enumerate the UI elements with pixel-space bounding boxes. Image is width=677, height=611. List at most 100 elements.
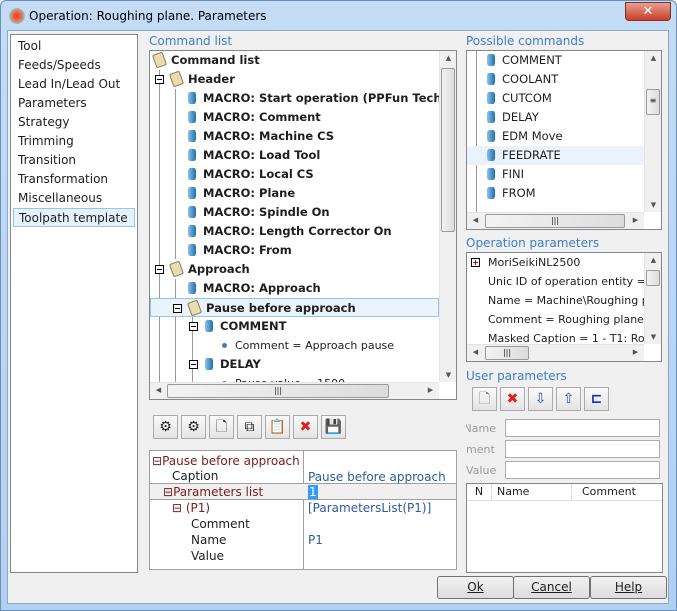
tree-item[interactable]: Approach — [150, 260, 250, 279]
tag-icon — [168, 260, 185, 278]
operation-parameter-item[interactable]: Comment = Roughing plane — [467, 310, 644, 329]
tree-item[interactable]: MACRO: Comment — [150, 108, 321, 127]
nav-item-toolpath-template[interactable]: Toolpath template — [13, 208, 135, 227]
expand-icon[interactable] — [471, 258, 480, 267]
column-name[interactable]: Name — [492, 484, 572, 501]
operation-parameters-hscroll[interactable]: ◀ ||| ▶ — [467, 344, 644, 361]
tree-item[interactable]: MACRO: Length Corrector On — [150, 222, 392, 241]
possible-commands-vscroll[interactable]: ▲ ≡ ▼ — [644, 51, 661, 212]
possible-command-item[interactable]: EDM Move — [467, 127, 644, 146]
tree-item-label: MACRO: Spindle On — [203, 205, 330, 219]
macro-icon — [188, 111, 196, 123]
operation-parameter-item[interactable]: Name = Machine\Roughing pl... — [467, 291, 644, 310]
copy-button[interactable]: ⧉ — [237, 415, 262, 439]
command-tree-vscroll[interactable]: ▲ ▼ — [439, 51, 456, 382]
comment-label: Comment — [191, 517, 250, 531]
macro-icon — [188, 149, 196, 161]
name-value[interactable]: P1 — [308, 533, 323, 547]
possible-commands-hscroll[interactable]: ◀ ||| ▶ — [467, 212, 644, 229]
nav-item-tool[interactable]: Tool — [13, 37, 135, 56]
p1-row[interactable]: ⊟ (P1) — [172, 501, 210, 515]
caption-value[interactable]: Pause before approach — [308, 470, 446, 484]
parameters-list-row[interactable]: ⊟Parameters list — [163, 485, 263, 499]
nav-item-parameters[interactable]: Parameters — [13, 94, 135, 113]
tree-item[interactable]: MACRO: Machine CS — [150, 127, 334, 146]
tree-item[interactable]: MACRO: Spindle On — [150, 203, 330, 222]
user-comment-label: ment — [466, 443, 495, 456]
nav-item-miscellaneous[interactable]: Miscellaneous — [13, 189, 135, 208]
p1-value: [ParametersList(P1)] — [308, 501, 432, 515]
tree-item[interactable]: MACRO: Plane — [150, 184, 295, 203]
possible-command-item[interactable]: DELAY — [467, 108, 644, 127]
ok-button[interactable]: Ok — [437, 576, 514, 599]
tree-item[interactable]: MACRO: Load Tool — [150, 146, 320, 165]
command-tree-hscroll[interactable]: ◀ ||| ▶ — [150, 382, 439, 399]
column-n[interactable]: N — [467, 484, 492, 501]
ok-label: Ok — [467, 580, 484, 594]
user-parameters-label: User parameters — [466, 369, 567, 383]
new-button[interactable]: 🗋 — [209, 415, 234, 439]
collapse-toggle-icon[interactable] — [173, 304, 182, 313]
window-title: Operation: Roughing plane. Parameters — [29, 9, 267, 23]
move-up-button[interactable]: ⇧ — [556, 387, 581, 411]
tree-item[interactable]: MACRO: From — [150, 241, 292, 260]
command-icon — [487, 92, 495, 104]
command-tree: Command list Header MACRO: Start operation… — [149, 50, 457, 400]
delete-user-param-button[interactable]: ✖ — [500, 387, 525, 411]
possible-command-item[interactable]: COMMENT — [467, 51, 644, 70]
tag-icon — [186, 299, 203, 317]
operation-parameters-vscroll[interactable]: ▲ ▼ — [644, 253, 661, 344]
tree-item[interactable]: MACRO: Approach — [150, 279, 321, 298]
cancel-button[interactable]: Cancel — [513, 576, 590, 599]
tree-item[interactable]: Pause before approach — [150, 298, 439, 317]
value-label: Value — [191, 549, 224, 563]
tree-item[interactable]: Header — [150, 70, 235, 89]
tree-item[interactable]: DELAY — [150, 355, 261, 374]
possible-command-item[interactable]: CUTCOM — [467, 89, 644, 108]
close-button[interactable]: ✕ — [625, 2, 671, 21]
nav-item-trimming[interactable]: Trimming — [13, 132, 135, 151]
operation-parameter-item[interactable]: Masked Caption = 1 - T1: Ro... — [467, 329, 644, 344]
parameters-list-value[interactable]: 1 — [308, 485, 318, 499]
collapse-toggle-icon[interactable] — [189, 322, 198, 331]
group-pause-before-approach[interactable]: ⊟Pause before approach — [152, 454, 300, 468]
tree-item[interactable]: COMMENT — [150, 317, 286, 336]
tree-item[interactable]: Comment = Approach pause — [150, 336, 394, 355]
operation-parameter-item[interactable]: MoriSeikiNL2500 — [467, 253, 580, 272]
tree-item[interactable]: MACRO: Start operation (PPFun TechInf... — [150, 89, 439, 108]
column-comment[interactable]: Comment — [577, 484, 636, 500]
paste-button[interactable]: 📋 — [265, 415, 290, 439]
move-down-button[interactable]: ⇩ — [528, 387, 553, 411]
load-template-button[interactable]: ⚙ — [153, 415, 178, 439]
possible-command-label: COOLANT — [502, 72, 559, 86]
tree-item[interactable]: MACRO: Local CS — [150, 165, 314, 184]
nav-item-transition[interactable]: Transition — [13, 151, 135, 170]
possible-command-item[interactable]: COOLANT — [467, 70, 644, 89]
delete-button[interactable]: ✖ — [293, 415, 318, 439]
help-button[interactable]: Help — [590, 576, 667, 599]
param-icon — [222, 343, 227, 348]
possible-command-item[interactable]: FINI — [467, 165, 644, 184]
caption-label: Caption — [172, 469, 219, 483]
user-name-input[interactable] — [505, 419, 660, 437]
nav-item-transformation[interactable]: Transformation — [13, 170, 135, 189]
user-comment-input[interactable] — [505, 440, 660, 458]
tree-item[interactable]: Command list — [150, 51, 260, 70]
nav-item-strategy[interactable]: Strategy — [13, 113, 135, 132]
collapse-toggle-icon[interactable] — [189, 360, 198, 369]
user-value-input[interactable] — [505, 461, 660, 479]
possible-command-item[interactable]: FEEDRATE — [467, 146, 644, 165]
operation-parameter-item[interactable]: Unic ID of operation entity = ... — [467, 272, 644, 291]
collapse-toggle-icon[interactable] — [155, 265, 164, 274]
save-button[interactable]: 💾 — [321, 415, 346, 439]
collapse-toggle-icon[interactable] — [155, 75, 164, 84]
tree-item[interactable]: Pause value = 1500 — [150, 374, 345, 382]
nav-item-lead-in-lead-out[interactable]: Lead In/Lead Out — [13, 75, 135, 94]
possible-command-item[interactable]: FROM — [467, 184, 644, 203]
cancel-label: Cancel — [531, 580, 572, 594]
tag-icon — [168, 70, 185, 88]
insert-button[interactable]: ⊏ — [584, 387, 609, 411]
nav-item-feeds-speeds[interactable]: Feeds/Speeds — [13, 56, 135, 75]
save-template-button[interactable]: ⚙ — [181, 415, 206, 439]
new-user-param-button[interactable]: 🗋 — [472, 387, 497, 411]
